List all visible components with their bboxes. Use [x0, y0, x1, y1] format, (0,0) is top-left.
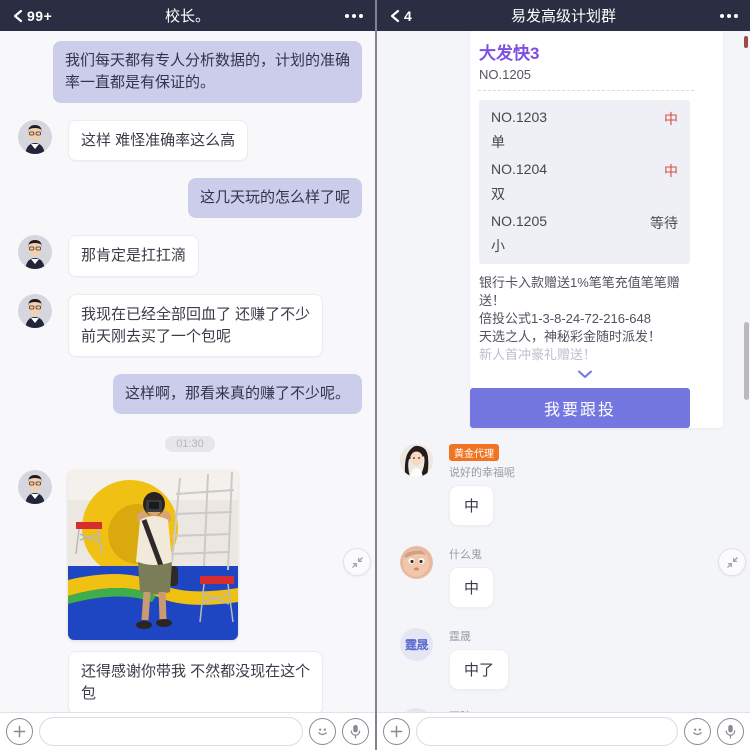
results-panel: NO.1203 中 单 NO.1204 中 双 NO.1205 等待 小 — [479, 100, 690, 264]
result-pick: 双 — [491, 186, 505, 202]
promo-line: 天选之人，神秘彩金随时派发！ — [479, 329, 662, 344]
voice-button[interactable] — [717, 718, 744, 745]
timestamp: 01:30 — [165, 436, 215, 452]
emoji-button[interactable] — [309, 718, 336, 745]
issue-number: NO.1205 — [479, 67, 532, 82]
message-input[interactable] — [416, 717, 678, 746]
time-divider: 01:30 — [18, 434, 362, 452]
mic-icon — [724, 724, 737, 739]
group-message-body: 霆晟 中了 — [449, 628, 510, 690]
avatar[interactable] — [18, 470, 52, 504]
chevron-left-icon — [389, 9, 401, 23]
header: 4 易发高级计划群 — [377, 0, 750, 31]
result-status: 中 — [664, 163, 678, 179]
promo-text: 银行卡入款赠送1%笔笔充值笔笔赠送！ 倍投公式1-3-8-24-72-216-6… — [479, 274, 690, 364]
message-bubble: 中 — [449, 567, 495, 608]
header: 99+ 校长。 — [0, 0, 375, 31]
promo-line: 新人首冲豪礼赠送！ — [479, 347, 597, 362]
message-row-self: 我们每天都有专人分析数据的，计划的准确 率一直都是有保证的。 — [18, 41, 362, 103]
promo-line: 银行卡入款赠送1%笔笔充值笔笔赠送！ — [479, 275, 680, 308]
result-no: NO.1204 — [491, 161, 548, 177]
message-bubble: 中了 — [449, 649, 510, 690]
plus-icon — [13, 725, 26, 738]
chat-screen-private: 99+ 校长。 我们每天都有专人分析数据的，计划的准确 率一直都是有保证的。 这… — [0, 0, 375, 750]
message-row: 我现在已经全部回血了 还赚了不少 前天刚去买了一个包呢 — [18, 293, 362, 358]
emoji-button[interactable] — [684, 718, 711, 745]
game-title: 大发快3 — [479, 44, 540, 63]
voice-button[interactable] — [342, 718, 369, 745]
group-message-body: 黄金代理 说好的幸福呢 中 — [449, 444, 515, 526]
input-bar — [0, 712, 375, 750]
expand-promo-button[interactable] — [479, 366, 690, 384]
plan-card: 大发快3 NO.1205 NO.1203 中 单 NO.1204 中 双 NO.12… — [470, 31, 723, 428]
mic-icon — [349, 724, 362, 739]
avatar[interactable] — [18, 293, 52, 328]
message-bubble: 这样啊，那看来真的赚了不少呢。 — [112, 374, 362, 414]
page-title: 校长。 — [164, 8, 210, 25]
member-name: 什么鬼 — [449, 549, 482, 561]
plus-icon — [390, 725, 403, 738]
message-row-self: 这几天玩的怎么样了呢 — [18, 178, 362, 218]
avatar[interactable] — [400, 546, 433, 579]
group-message-row: 什么鬼 中 — [400, 546, 737, 608]
unread-count: 4 — [404, 7, 413, 24]
message-list: 我们每天都有专人分析数据的，计划的准确 率一直都是有保证的。 这样 难怪准确率这… — [0, 31, 375, 712]
follow-bet-button[interactable]: 我要跟投 — [470, 388, 690, 428]
message-row-photo — [18, 470, 362, 640]
result-status: 中 — [664, 111, 678, 127]
result-no: NO.1203 — [491, 109, 548, 125]
message-bubble: 我们每天都有专人分析数据的，计划的准确 率一直都是有保证的。 — [52, 41, 362, 103]
avatar[interactable] — [18, 119, 52, 154]
result-pick: 小 — [491, 238, 505, 254]
result-row: NO.1203 中 单 — [491, 109, 678, 152]
message-bubble: 我现在已经全部回血了 还赚了不少 前天刚去买了一个包呢 — [68, 293, 324, 358]
back-button[interactable]: 4 — [389, 8, 412, 24]
message-row: 这样 难怪准确率这么高 — [18, 119, 362, 162]
result-row: NO.1204 中 双 — [491, 161, 678, 204]
group-message-body: 什么鬼 中 — [449, 546, 495, 608]
message-row: 还得感谢你带我 不然都没现在这个 包 — [18, 651, 362, 712]
group-message-list: 大发快3 NO.1205 NO.1203 中 单 NO.1204 中 双 NO.12… — [377, 31, 750, 712]
message-row: 那肯定是扛扛滴 — [18, 235, 362, 277]
scrollbar-tick — [744, 36, 748, 48]
message-bubble: 中 — [449, 485, 495, 526]
scrollbar-thumb[interactable] — [744, 322, 749, 400]
message-bubble: 那肯定是扛扛滴 — [68, 235, 200, 277]
member-name: 霆晟 — [449, 631, 471, 643]
input-bar — [377, 712, 750, 750]
result-row: NO.1205 等待 小 — [491, 213, 678, 256]
collapse-window-button[interactable] — [718, 548, 746, 576]
group-message-row: 霆晟 霆晟 中了 — [400, 628, 737, 690]
attach-button[interactable] — [6, 718, 33, 745]
attach-button[interactable] — [383, 718, 410, 745]
avatar[interactable] — [400, 444, 433, 477]
message-row-self: 这样啊，那看来真的赚了不少呢。 — [18, 374, 362, 414]
avatar-initials[interactable]: 霆晟 — [400, 628, 433, 661]
more-button[interactable] — [720, 13, 738, 18]
smiley-icon — [315, 724, 330, 739]
more-button[interactable] — [345, 13, 363, 18]
message-bubble: 这几天玩的怎么样了呢 — [187, 178, 362, 218]
message-bubble: 还得感谢你带我 不然都没现在这个 包 — [68, 651, 324, 712]
promo-line: 倍投公式1-3-8-24-72-216-648 — [479, 311, 651, 326]
result-pick: 单 — [491, 134, 505, 150]
result-no: NO.1205 — [491, 213, 548, 229]
back-button[interactable]: 99+ — [12, 8, 52, 24]
page-title: 易发高级计划群 — [510, 8, 616, 25]
unread-count: 99+ — [27, 7, 53, 24]
result-status: 等待 — [650, 215, 678, 231]
photo-message[interactable] — [68, 470, 238, 640]
chevron-left-icon — [12, 9, 24, 23]
avatar[interactable] — [18, 235, 52, 269]
group-message-row: 黄金代理 说好的幸福呢 中 — [400, 444, 737, 526]
dashed-divider — [478, 90, 694, 91]
chevron-down-icon — [577, 366, 593, 383]
member-badge: 黄金代理 — [449, 444, 499, 461]
chat-screen-group: 4 易发高级计划群 大发快3 NO.1205 NO.1203 中 单 NO.120… — [375, 0, 750, 750]
member-name: 说好的幸福呢 — [449, 467, 515, 479]
smiley-icon — [690, 724, 705, 739]
message-input[interactable] — [39, 717, 303, 746]
collapse-window-button[interactable] — [343, 548, 371, 576]
message-bubble: 这样 难怪准确率这么高 — [68, 119, 249, 162]
